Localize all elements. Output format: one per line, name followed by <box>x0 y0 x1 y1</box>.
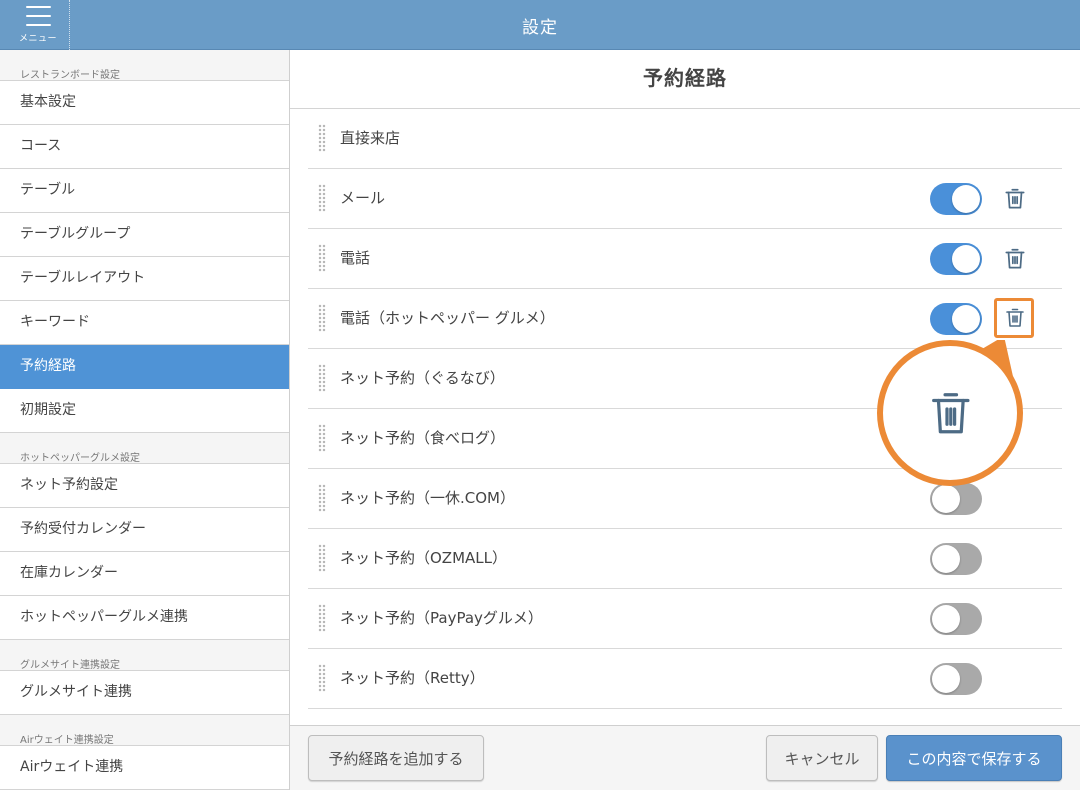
save-button[interactable]: この内容で保存する <box>886 735 1062 781</box>
sidebar-item-airwait-link[interactable]: Airウェイト連携 <box>0 746 289 790</box>
zoom-callout <box>877 340 1023 486</box>
drag-handle-icon[interactable] <box>318 484 326 512</box>
sidebar-item-hotpepper-link[interactable]: ホットペッパーグルメ連携 <box>0 596 289 640</box>
route-label: メール <box>340 189 386 207</box>
route-label: ネット予約（OZMALL） <box>340 549 508 567</box>
drag-handle-icon[interactable] <box>318 244 326 272</box>
sidebar-section-airwait: Airウェイト連携設定 <box>0 715 289 746</box>
action-footer: 予約経路を追加する キャンセル この内容で保存する <box>290 725 1080 790</box>
drag-handle-icon[interactable] <box>318 604 326 632</box>
trash-icon[interactable] <box>1002 186 1028 212</box>
sidebar-item-table[interactable]: テーブル <box>0 169 289 213</box>
trash-icon[interactable] <box>1002 246 1028 272</box>
sidebar-item-table-group[interactable]: テーブルグループ <box>0 213 289 257</box>
route-label: ネット予約（PayPayグルメ） <box>340 609 543 627</box>
cancel-button[interactable]: キャンセル <box>766 735 878 781</box>
sidebar-item-initial-settings[interactable]: 初期設定 <box>0 389 289 433</box>
route-toggle[interactable] <box>930 303 982 335</box>
route-label: ネット予約（Retty） <box>340 669 485 687</box>
route-toggle[interactable] <box>930 543 982 575</box>
route-label: 直接来店 <box>340 129 401 147</box>
route-label: 電話（ホットペッパー グルメ） <box>340 309 555 327</box>
drag-handle-icon[interactable] <box>318 424 326 452</box>
trash-icon[interactable] <box>994 298 1034 338</box>
sidebar-item-keyword[interactable]: キーワード <box>0 301 289 345</box>
route-row: ネット予約（OZMALL） <box>308 529 1062 589</box>
route-row: ネット予約（PayPayグルメ） <box>308 589 1062 649</box>
drag-handle-icon[interactable] <box>318 184 326 212</box>
sidebar-item-net-reservation-settings[interactable]: ネット予約設定 <box>0 464 289 508</box>
page-title: 予約経路 <box>290 50 1080 109</box>
route-toggle[interactable] <box>930 603 982 635</box>
sidebar-section-gourmet-site: グルメサイト連携設定 <box>0 640 289 671</box>
page-header-title: 設定 <box>522 18 558 38</box>
sidebar-item-table-layout[interactable]: テーブルレイアウト <box>0 257 289 301</box>
drag-handle-icon[interactable] <box>318 364 326 392</box>
sidebar-item-reservation-calendar[interactable]: 予約受付カレンダー <box>0 508 289 552</box>
route-row: メール <box>308 169 1062 229</box>
drag-handle-icon[interactable] <box>318 304 326 332</box>
add-route-button[interactable]: 予約経路を追加する <box>308 735 484 781</box>
route-row: 電話 <box>308 229 1062 289</box>
route-toggle[interactable] <box>930 243 982 275</box>
route-toggle[interactable] <box>930 183 982 215</box>
sidebar-item-basic-settings[interactable]: 基本設定 <box>0 81 289 125</box>
route-label: 電話 <box>340 249 371 267</box>
sidebar-section-hotpepper: ホットペッパーグルメ設定 <box>0 433 289 464</box>
sidebar-section-restaurant-board: レストランボード設定 <box>0 50 289 81</box>
sidebar-item-gourmet-site-link[interactable]: グルメサイト連携 <box>0 671 289 715</box>
route-row: 直接来店 <box>308 109 1062 169</box>
sidebar-item-reservation-route[interactable]: 予約経路 <box>0 345 289 389</box>
sidebar-item-course[interactable]: コース <box>0 125 289 169</box>
settings-sidebar: レストランボード設定 基本設定 コース テーブル テーブルグループ テーブルレイ… <box>0 50 290 790</box>
route-toggle[interactable] <box>930 663 982 695</box>
route-label: ネット予約（ぐるなび） <box>340 369 505 387</box>
route-label: ネット予約（一休.COM） <box>340 489 515 507</box>
drag-handle-icon[interactable] <box>318 664 326 692</box>
route-row: ネット予約（Retty） <box>308 649 1062 709</box>
sidebar-item-stock-calendar[interactable]: 在庫カレンダー <box>0 552 289 596</box>
drag-handle-icon[interactable] <box>318 544 326 572</box>
route-label: ネット予約（食べログ） <box>340 429 506 447</box>
route-toggle[interactable] <box>930 483 982 515</box>
drag-handle-icon[interactable] <box>318 124 326 152</box>
app-header: メニュー 設定 <box>0 0 1080 50</box>
